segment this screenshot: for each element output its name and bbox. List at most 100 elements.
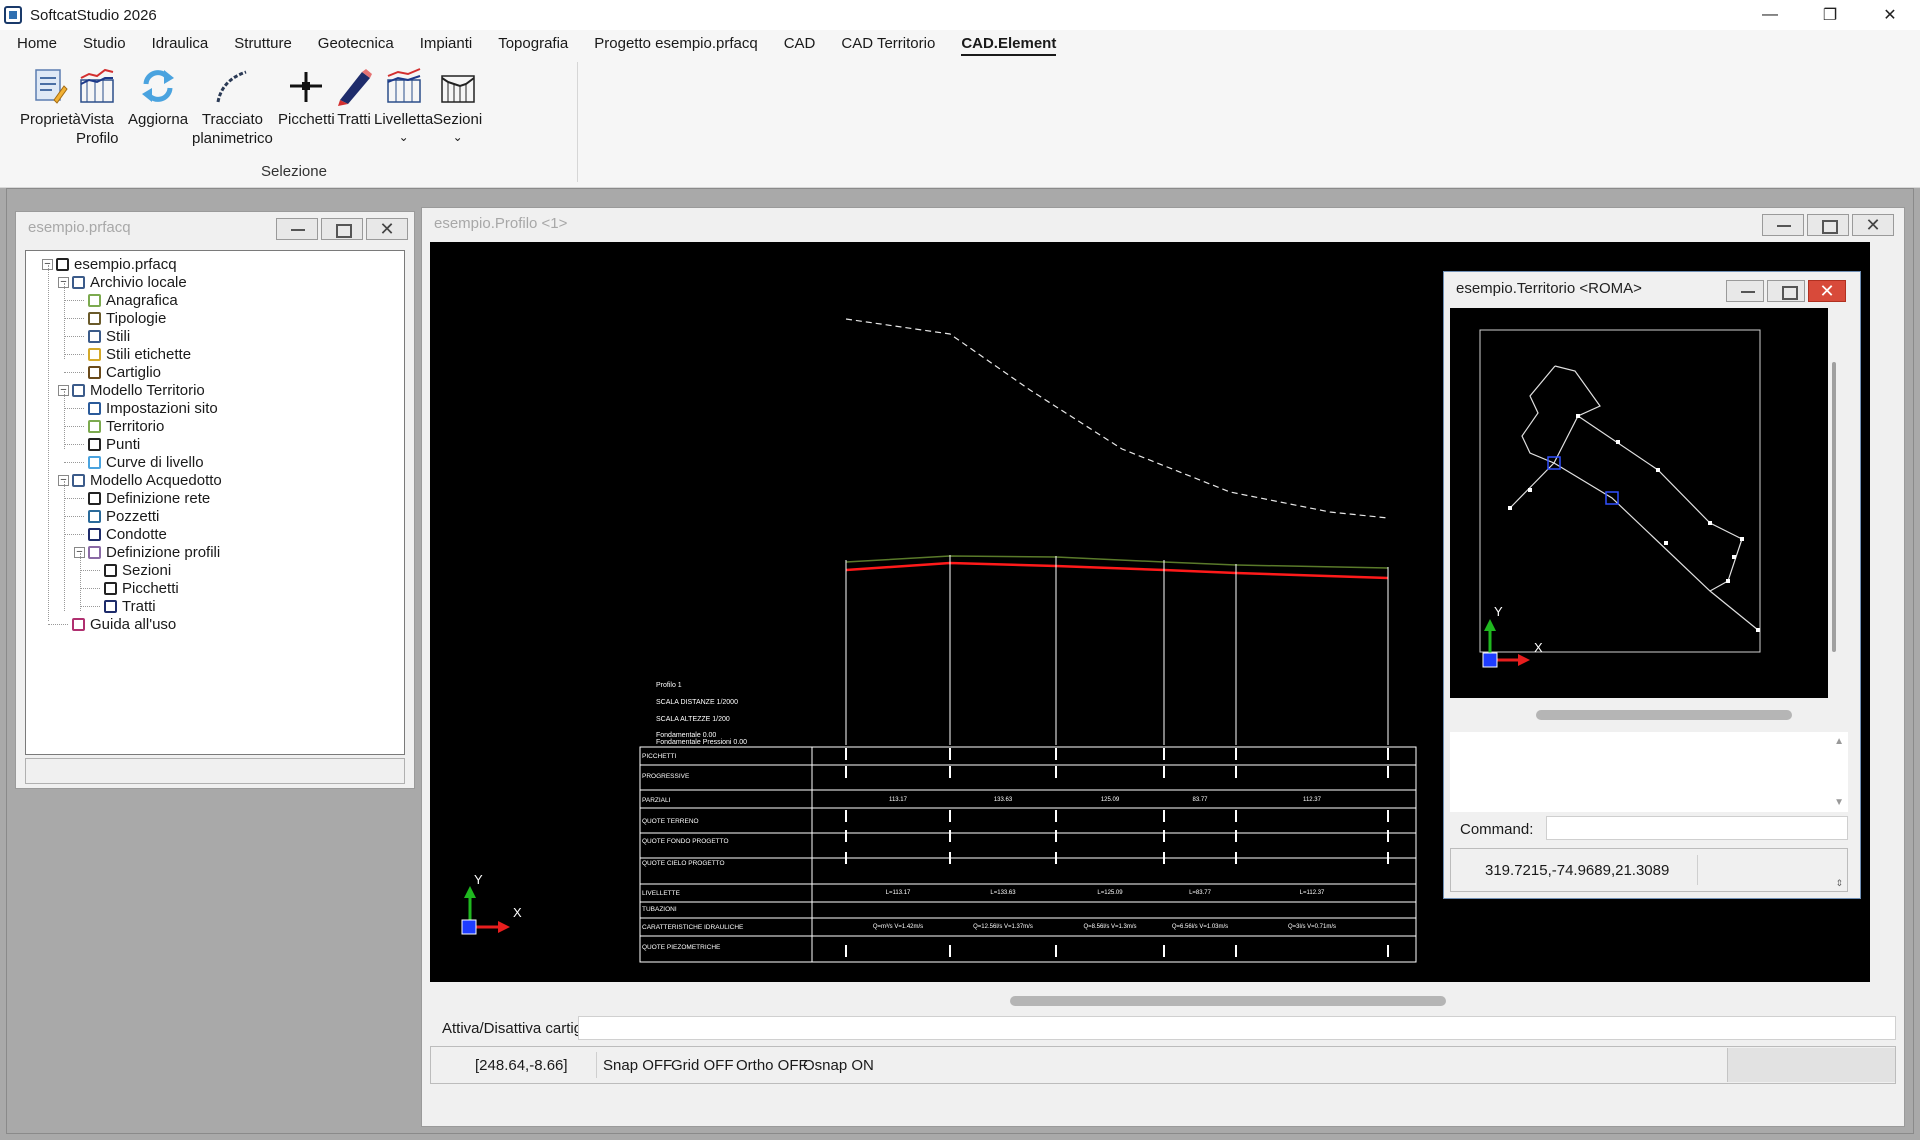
picchetti-button[interactable]: Picchetti [278,66,335,129]
sezioni-button[interactable]: Sezioni ⌄ [433,66,482,143]
menu-item-topografia[interactable]: Topografia [485,30,581,58]
sezioni-label: Sezioni [433,111,483,128]
minimize-button[interactable]: — [1740,0,1800,30]
osnap-toggle[interactable]: Osnap ON [803,1057,874,1074]
snap-toggle[interactable]: Snap OFF [603,1057,672,1074]
station-value-mark [1055,830,1057,842]
label-styles-icon [88,347,101,361]
territory-coords: 319.7215,-74.9689,21.3089 [1485,862,1670,879]
station-value-mark [845,748,847,760]
mdi-workspace: esempio.prfacq ✕ esempio.prfacq − Archivio… [6,188,1914,1134]
maximize-button[interactable]: ❐ [1800,0,1860,30]
profiles-icon [88,545,101,559]
station-value-mark [1163,748,1165,760]
project-close-button[interactable]: ✕ [366,218,408,240]
table-cell-livellette: L=83.77 [1189,890,1212,896]
profile-close-button[interactable]: ✕ [1852,214,1894,236]
scroll-down-icon[interactable]: ▼ [1834,797,1844,808]
table-cell-caratteristiche: Q=8.56l/s V=1.3m/s [1083,924,1136,930]
station-value-mark [1055,852,1057,864]
menu-item-geotecnica[interactable]: Geotecnica [305,30,407,58]
table-cell-livellette: L=125.09 [1097,890,1123,896]
territory-minimize-button[interactable] [1726,280,1764,302]
table-row-label: QUOTE CIELO PROGETTO [642,860,725,867]
pencil-segment-icon [104,599,117,613]
tree-node-label: Modello Territorio [90,381,205,399]
table-cell-parziali: 112.37 [1303,797,1322,803]
station-value-mark [1387,810,1389,822]
table-cell-livellette: L=133.63 [990,890,1016,896]
territory-maximize-button[interactable] [1767,280,1805,302]
tree-node-label: Anagrafica [106,291,178,309]
profile-status-extra [1727,1048,1895,1082]
menu-item-strutture[interactable]: Strutture [221,30,305,58]
profile-horizontal-scrollbar[interactable] [1010,996,1446,1006]
project-minimize-button[interactable] [276,218,318,240]
pencil-segment-icon [338,69,372,106]
menu-item-cad-element[interactable]: CAD.Element [948,30,1069,58]
station-value-mark [1387,748,1389,760]
ribbon: Proprietà Vista Profilo Aggiorna Traccia… [0,58,1920,188]
tree-node-label: Sezioni [122,561,172,579]
ortho-toggle[interactable]: Ortho OFF [736,1057,808,1074]
station-value-mark [949,766,951,778]
menu-item-cad-territorio[interactable]: CAD Territorio [828,30,948,58]
properties-button[interactable]: Proprietà [20,66,81,129]
menu-item-idraulica[interactable]: Idraulica [139,30,222,58]
menu-item-progetto-esempio-prfacq[interactable]: Progetto esempio.prfacq [581,30,770,58]
tree-node-label: Stili etichette [106,345,192,363]
ribbon-group-selezione: Proprietà Vista Profilo Aggiorna Traccia… [10,62,578,182]
profile-status-bar: [248.64,-8.66] Snap OFF Grid OFF Ortho O… [430,1046,1896,1084]
territory-command-input[interactable] [1546,816,1848,840]
table-row-label: PROGRESSIVE [642,773,690,780]
tree-node-guida-all-uso[interactable]: Guida all'uso [72,613,176,635]
close-button[interactable]: ✕ [1860,0,1920,30]
tracciato-label-1: Tracciato [201,111,263,128]
manhole-icon [88,509,101,523]
aggiorna-button[interactable]: Aggiorna [128,66,188,129]
project-maximize-button[interactable] [321,218,363,240]
menu-item-cad[interactable]: CAD [771,30,829,58]
tratti-button[interactable]: Tratti [334,66,374,129]
station-value-mark [1163,830,1165,842]
vista-profilo-label-1: Vista [80,111,114,128]
tracciato-planimetrico-button[interactable]: Tracciato planimetrico [192,66,273,148]
station-value-mark [949,830,951,842]
menu-item-impianti[interactable]: Impianti [407,30,486,58]
profile-ucs-axis: Y X [461,872,522,935]
territory-close-button[interactable]: ✕ [1808,280,1846,302]
livelletta-button[interactable]: Livelletta ⌄ [374,66,433,143]
profile-minimize-button[interactable] [1762,214,1804,236]
station-value-mark [1163,945,1165,957]
tree-node-label: Condotte [106,525,167,543]
territory-canvas[interactable]: Y X [1450,308,1828,698]
table-cell-caratteristiche: Q=12.56l/s V=1.37m/s [973,924,1033,930]
livelletta-dropdown-icon[interactable]: ⌄ [399,131,409,143]
grid-toggle[interactable]: Grid OFF [671,1057,734,1074]
table-row-label: PARZIALI [642,797,671,804]
network-nodes [1508,414,1760,632]
table-row-label: QUOTE TERRENO [642,818,699,825]
tree-node-label: Definizione rete [106,489,211,507]
profile-command-input[interactable] [578,1016,1896,1040]
vista-profilo-button[interactable]: Vista Profilo [76,66,119,148]
station-value-mark [1387,830,1389,842]
territory-vertical-scrollbar[interactable] [1832,362,1836,652]
tree-node-label: Cartiglio [106,363,162,381]
scroll-up-icon[interactable]: ▲ [1834,736,1844,747]
menu-item-home[interactable]: Home [4,30,70,58]
station-value-mark [845,830,847,842]
station-value-mark [1055,810,1057,822]
tree-node-label: Pozzetti [106,507,160,525]
station-value-mark [1055,748,1057,760]
sezioni-dropdown-icon[interactable]: ⌄ [453,131,463,143]
station-value-mark [845,852,847,864]
station-value-mark [1235,810,1237,822]
resize-grip-icon[interactable]: ⇕ [1835,878,1843,889]
territory-extent-frame [1479,329,1761,653]
profile-maximize-button[interactable] [1807,214,1849,236]
menu-item-studio[interactable]: Studio [70,30,139,58]
tree-node-label: Punti [106,435,141,453]
title-block-icon [88,365,101,379]
territory-horizontal-scrollbar[interactable] [1536,710,1792,720]
